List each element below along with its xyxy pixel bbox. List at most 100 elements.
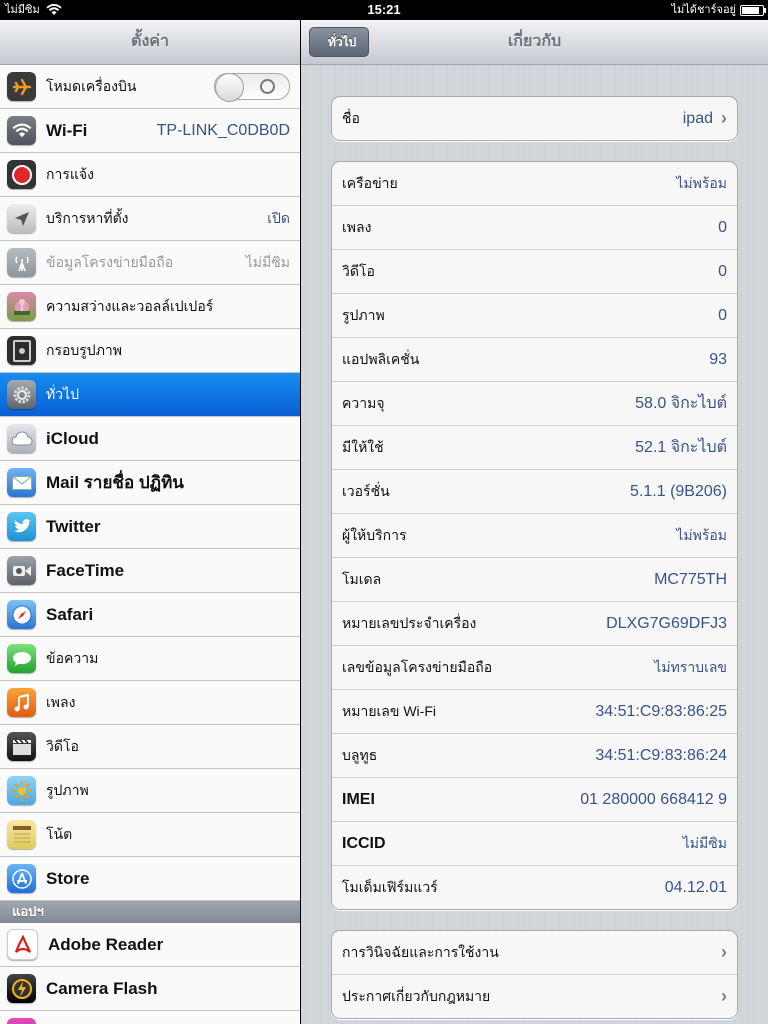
sidebar-item-mail-contacts-calendars[interactable]: Mail รายชื่อ ปฏิทิน: [0, 461, 300, 505]
app-icon: [7, 1018, 36, 1024]
name-label: ชื่อ: [342, 109, 360, 126]
info-row: โมเดล MC775TH: [332, 558, 737, 602]
info-group: เครือข่าย ไม่พร้อม เพลง 0 วิดีโอ 0 รูปภาพ 0 …: [331, 161, 738, 910]
sidebar-item-cellular-data[interactable]: ข้อมูลโครงข่ายมือถือ ไม่มีซิม: [0, 241, 300, 285]
legal-label: ประกาศเกี่ยวกับกฎหมาย: [342, 987, 491, 1004]
info-label: เวอร์ชั่น: [342, 482, 390, 499]
info-row: โมเด็มเฟิร์มแวร์ 04.12.01: [332, 866, 737, 909]
sidebar-item-label: การแจ้ง: [46, 165, 94, 182]
sidebar-item-wifi[interactable]: Wi-Fi TP-LINK_C0DB0D: [0, 109, 300, 153]
sidebar-item-camera-flash[interactable]: Camera Flash: [0, 967, 300, 1011]
cloud-icon: [7, 424, 36, 453]
chevron-right-icon: ›: [721, 108, 727, 128]
info-row: หมายเลขประจำเครื่อง DLXG7G69DFJ3: [332, 602, 737, 646]
name-row[interactable]: ชื่อ ipad ›: [332, 97, 737, 140]
sidebar-item-safari[interactable]: Safari: [0, 593, 300, 637]
sidebar-item-label: Adobe Reader: [48, 934, 164, 954]
sidebar-item-facetime[interactable]: FaceTime: [0, 549, 300, 593]
info-label: แอปพลิเคชั่น: [342, 350, 420, 367]
info-label: โมเด็มเฟิร์มแวร์: [342, 878, 438, 895]
sidebar-item-label: Camera Flash: [46, 978, 158, 998]
sidebar-item-general[interactable]: ทั่วไป: [0, 373, 300, 417]
mail-icon: [7, 468, 36, 497]
settings-sidebar: ตั้งค่า โหมดเครื่องบิน Wi-Fi TP-LINK_C0D…: [0, 20, 300, 1024]
chevron-right-icon: ›: [721, 986, 727, 1006]
sidebar-item-airplane-mode[interactable]: โหมดเครื่องบิน: [0, 65, 300, 109]
name-group: ชื่อ ipad ›: [331, 96, 738, 141]
sidebar-item-notifications[interactable]: การแจ้ง: [0, 153, 300, 197]
cellular-icon: [7, 248, 36, 277]
sidebar-title: ตั้งค่า: [0, 20, 300, 65]
info-label: ICCID: [342, 834, 386, 852]
apps-section-header: แอปฯ: [0, 901, 300, 923]
sidebar-item-photos[interactable]: รูปภาพ: [0, 769, 300, 813]
sidebar-item-brightness-wallpaper[interactable]: ความสว่างและวอลล์เปเปอร์: [0, 285, 300, 329]
links-group: การวินิจฉัยและการใช้งาน › ประกาศเกี่ยวกั…: [331, 930, 738, 1019]
brightness-icon: [7, 292, 36, 321]
info-row: ผู้ให้บริการ ไม่พร้อม: [332, 514, 737, 558]
info-label: ความจุ: [342, 394, 385, 411]
sidebar-item-label: รูปภาพ: [46, 781, 89, 798]
info-value: 34:51:C9:83:86:24: [595, 746, 727, 764]
back-button-label: ทั่วไป: [328, 35, 357, 49]
info-label: โมเดล: [342, 570, 382, 587]
diagnostics-usage-row[interactable]: การวินิจฉัยและการใช้งาน ›: [332, 931, 737, 975]
sidebar-item-adobe-reader[interactable]: Adobe Reader: [0, 923, 300, 967]
info-value: ไม่มีซิม: [682, 834, 727, 851]
info-value: ไม่พร้อม: [676, 526, 727, 543]
info-row: เพลง 0: [332, 206, 737, 250]
back-button[interactable]: ทั่วไป: [309, 27, 370, 57]
chevron-right-icon: ›: [721, 942, 727, 962]
sidebar-item-label: ข้อความ: [46, 649, 99, 666]
sidebar-item-label: Twitter: [46, 516, 101, 536]
cellular-data-value: ไม่มีซิม: [245, 253, 290, 270]
store-icon: [7, 864, 36, 893]
notifications-icon: [7, 160, 36, 189]
info-row: ความจุ 58.0 จิกะไบต์: [332, 382, 737, 426]
info-value: 0: [718, 218, 727, 236]
info-row: รูปภาพ 0: [332, 294, 737, 338]
info-label: เพลง: [342, 218, 372, 235]
info-value: ไม่พร้อม: [676, 174, 727, 191]
detail-navbar: ทั่วไป เกี่ยวกับ: [301, 20, 768, 65]
info-row: มีให้ใช้ 52.1 จิกะไบต์: [332, 426, 737, 470]
picture-frame-icon: [7, 336, 36, 365]
sidebar-item-store[interactable]: Store: [0, 857, 300, 901]
airplane-mode-toggle[interactable]: [214, 73, 290, 102]
adobe-reader-icon: [7, 929, 38, 960]
sidebar-item-videos[interactable]: วิดีโอ: [0, 725, 300, 769]
camera-flash-icon: [7, 974, 36, 1003]
info-row: เลขข้อมูลโครงข่ายมือถือ ไม่ทราบเลข: [332, 646, 737, 690]
sidebar-item-label: ความสว่างและวอลล์เปเปอร์: [46, 297, 214, 314]
info-label: รูปภาพ: [342, 306, 385, 323]
sidebar-item-label: ข้อมูลโครงข่ายมือถือ: [46, 253, 174, 270]
info-value: 58.0 จิกะไบต์: [635, 395, 727, 412]
sidebar-item-twitter[interactable]: Twitter: [0, 505, 300, 549]
sidebar-item-messages[interactable]: ข้อความ: [0, 637, 300, 681]
sidebar-item-music[interactable]: เพลง: [0, 681, 300, 725]
sidebar-item-location-services[interactable]: บริการหาที่ตั้ง เปิด: [0, 197, 300, 241]
sidebar-item-picture-frame[interactable]: กรอบรูปภาพ: [0, 329, 300, 373]
sidebar-item-label: กรอบรูปภาพ: [46, 341, 123, 358]
info-row: เวอร์ชั่น 5.1.1 (9B206): [332, 470, 737, 514]
twitter-icon: [7, 512, 36, 541]
sidebar-item-icloud[interactable]: iCloud: [0, 417, 300, 461]
sidebar-item-notes[interactable]: โน้ต: [0, 813, 300, 857]
info-value: 04.12.01: [664, 878, 727, 896]
sidebar-item-label: Wi-Fi: [46, 120, 88, 140]
legal-row[interactable]: ประกาศเกี่ยวกับกฎหมาย ›: [332, 975, 737, 1018]
sidebar-item-label: ทั่วไป: [46, 385, 80, 402]
info-value: 0: [718, 262, 727, 280]
sidebar-item-next-app[interactable]: [0, 1011, 300, 1024]
wifi-icon: [7, 116, 36, 145]
status-clock: 15:21: [367, 2, 401, 17]
charge-label: ไม่ได้ชาร์จอยู่: [671, 4, 736, 16]
messages-icon: [7, 644, 36, 673]
notes-icon: [7, 820, 36, 849]
info-value: 93: [709, 350, 727, 368]
sidebar-item-label: โน้ต: [46, 825, 73, 842]
location-services-value: เปิด: [267, 209, 290, 226]
sidebar-item-label: วิดีโอ: [46, 737, 79, 754]
info-label: วิดีโอ: [342, 262, 375, 279]
sidebar-item-label: โหมดเครื่องบิน: [46, 77, 137, 94]
